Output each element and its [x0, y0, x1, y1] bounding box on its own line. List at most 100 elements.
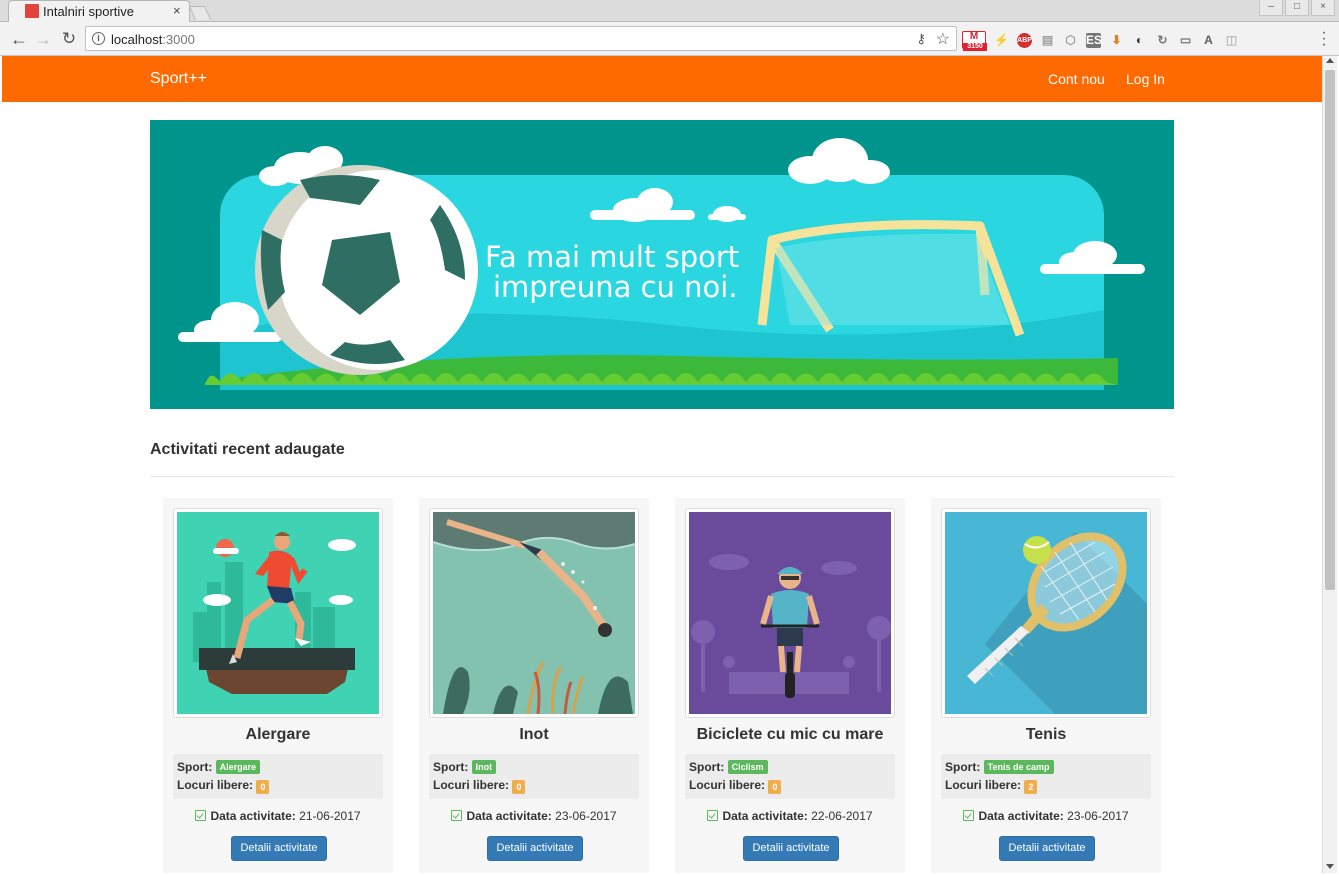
browser-tab[interactable]: Intalniri sportive × [8, 0, 190, 22]
calendar-check-icon [451, 810, 463, 821]
details-button[interactable]: Detalii activitate [487, 836, 583, 861]
swimmer-illustration [433, 512, 635, 714]
activity-title: Biciclete cu mic cu mare [696, 726, 884, 743]
activity-info: Sport: Ciclism Locuri libere: 0 [685, 754, 895, 799]
cyclist-illustration [689, 512, 891, 714]
date-label: Data activitate: [978, 809, 1064, 823]
date-label: Data activitate: [722, 809, 808, 823]
places-badge: 2 [1024, 780, 1038, 794]
calendar-check-icon [707, 810, 719, 821]
activity-title: Inot [519, 726, 549, 743]
browser-toolbar: ← → ↻ i localhost:3000 ⚷ ☆ M 3150 ⚡ ABP ▤ ⬡ ES… [0, 22, 1339, 56]
gmail-extension-icon[interactable]: M 3150 [962, 31, 987, 51]
activity-title: Tenis [1025, 726, 1067, 743]
hero-line2: impreuna cu noi. [493, 270, 738, 304]
url-port: :3000 [162, 32, 195, 47]
new-tab-button[interactable] [188, 6, 212, 20]
activity-image [173, 508, 383, 718]
cube-extension-icon[interactable]: ⬡ [1063, 33, 1078, 48]
tennis-racket-illustration [945, 512, 1147, 714]
scroll-up-arrow-icon[interactable] [1326, 58, 1334, 63]
screen-extension-icon[interactable]: ▭ [1178, 33, 1193, 48]
login-link[interactable]: Log In [1126, 71, 1165, 87]
browser-menu-icon[interactable]: · · · [1321, 25, 1327, 53]
bookmark-star-icon[interactable]: ☆ [936, 29, 950, 49]
tab-close-icon[interactable]: × [173, 3, 181, 18]
signup-link[interactable]: Cont nou [1048, 71, 1105, 87]
places-badge: 0 [512, 780, 526, 794]
hero-illustration: Fa mai mult sport impreuna cu noi. [150, 120, 1174, 409]
activity-title: Alergare [245, 726, 311, 743]
activity-card: Biciclete cu mic cu mare Sport: Ciclism … [675, 498, 905, 873]
activity-date: Data activitate: 21-06-2017 [163, 809, 393, 823]
date-value: 22-06-2017 [811, 809, 873, 823]
sport-label: Sport: [945, 760, 981, 774]
contrast-extension-icon[interactable]: ◐ [1132, 33, 1147, 48]
activity-card: Tenis Sport: Tenis de camp Locuri libere… [931, 498, 1161, 873]
date-value: 21-06-2017 [299, 809, 361, 823]
places-badge: 0 [256, 780, 270, 794]
activity-info: Sport: Inot Locuri libere: 0 [429, 754, 639, 799]
hero-line1: Fa mai mult sport [485, 240, 739, 274]
gmail-unread-count: 3150 [963, 43, 987, 51]
site-info-icon[interactable]: i [92, 32, 105, 45]
adblock-extension-icon[interactable]: ABP [1017, 32, 1032, 48]
places-badge: 0 [768, 780, 782, 794]
tab-title: Intalniri sportive [43, 4, 135, 19]
chat-extension-icon[interactable]: ▤ [1040, 33, 1055, 48]
scroll-thumb[interactable] [1325, 70, 1335, 590]
es-extension-icon[interactable]: ES [1086, 32, 1102, 48]
hero-banner: Fa mai mult sport impreuna cu noi. [150, 120, 1174, 409]
activity-image [429, 508, 639, 718]
minimize-icon[interactable]: – [1259, 0, 1283, 16]
details-button[interactable]: Detalii activitate [999, 836, 1095, 861]
activity-date: Data activitate: 23-06-2017 [419, 809, 649, 823]
address-bar[interactable]: i localhost:3000 ⚷ ☆ [85, 26, 957, 51]
activity-image [685, 508, 895, 718]
date-value: 23-06-2017 [555, 809, 617, 823]
sport-badge: Alergare [215, 760, 261, 774]
activity-date: Data activitate: 23-06-2017 [931, 809, 1161, 823]
password-key-icon[interactable]: ⚷ [916, 31, 926, 47]
angular-extension-icon[interactable]: A [1201, 33, 1216, 48]
url-host: localhost [111, 32, 163, 47]
sport-label: Sport: [433, 760, 469, 774]
section-divider [150, 476, 1174, 477]
date-label: Data activitate: [210, 809, 296, 823]
activity-card: Inot Sport: Inot Locuri libere: 0 Data a… [419, 498, 649, 873]
runner-illustration [177, 512, 379, 714]
places-label: Locuri libere: [433, 778, 510, 792]
close-window-icon[interactable]: × [1311, 0, 1335, 16]
sport-badge: Tenis de camp [983, 760, 1054, 774]
section-title: Activitati recent adaugate [150, 441, 345, 458]
date-label: Data activitate: [466, 809, 552, 823]
places-label: Locuri libere: [177, 778, 254, 792]
scroll-down-arrow-icon[interactable] [1326, 864, 1334, 869]
details-button[interactable]: Detalii activitate [743, 836, 839, 861]
sport-label: Sport: [177, 760, 213, 774]
activity-image [941, 508, 1151, 718]
bolt-extension-icon[interactable]: ⚡ [994, 33, 1009, 48]
activity-card: Alergare Sport: Alergare Locuri libere: … [163, 498, 393, 873]
places-label: Locuri libere: [689, 778, 766, 792]
back-arrow-icon[interactable]: ← [8, 28, 30, 50]
forward-arrow-icon[interactable]: → [32, 28, 54, 50]
browser-tabstrip: Intalniri sportive × – □ × [0, 0, 1339, 22]
page-scrollbar[interactable] [1322, 56, 1337, 873]
sport-label: Sport: [689, 760, 725, 774]
toggle-extension-icon[interactable]: ◫ [1224, 33, 1239, 48]
places-label: Locuri libere: [945, 778, 1022, 792]
favicon-icon [25, 4, 39, 18]
details-button[interactable]: Detalii activitate [231, 836, 327, 861]
activity-date: Data activitate: 22-06-2017 [675, 809, 905, 823]
site-navbar: Sport++ Cont nou Log In [2, 56, 1322, 102]
window-controls: – □ × [1259, 0, 1335, 22]
refresh-extension-icon[interactable]: ↻ [1155, 33, 1170, 48]
reload-icon[interactable]: ↻ [58, 28, 80, 50]
download-extension-icon[interactable]: ⬇ [1109, 33, 1124, 48]
sport-badge: Inot [471, 760, 497, 774]
maximize-icon[interactable]: □ [1285, 0, 1309, 16]
calendar-check-icon [963, 810, 975, 821]
activity-info: Sport: Tenis de camp Locuri libere: 2 [941, 754, 1151, 799]
brand-link[interactable]: Sport++ [150, 70, 207, 88]
